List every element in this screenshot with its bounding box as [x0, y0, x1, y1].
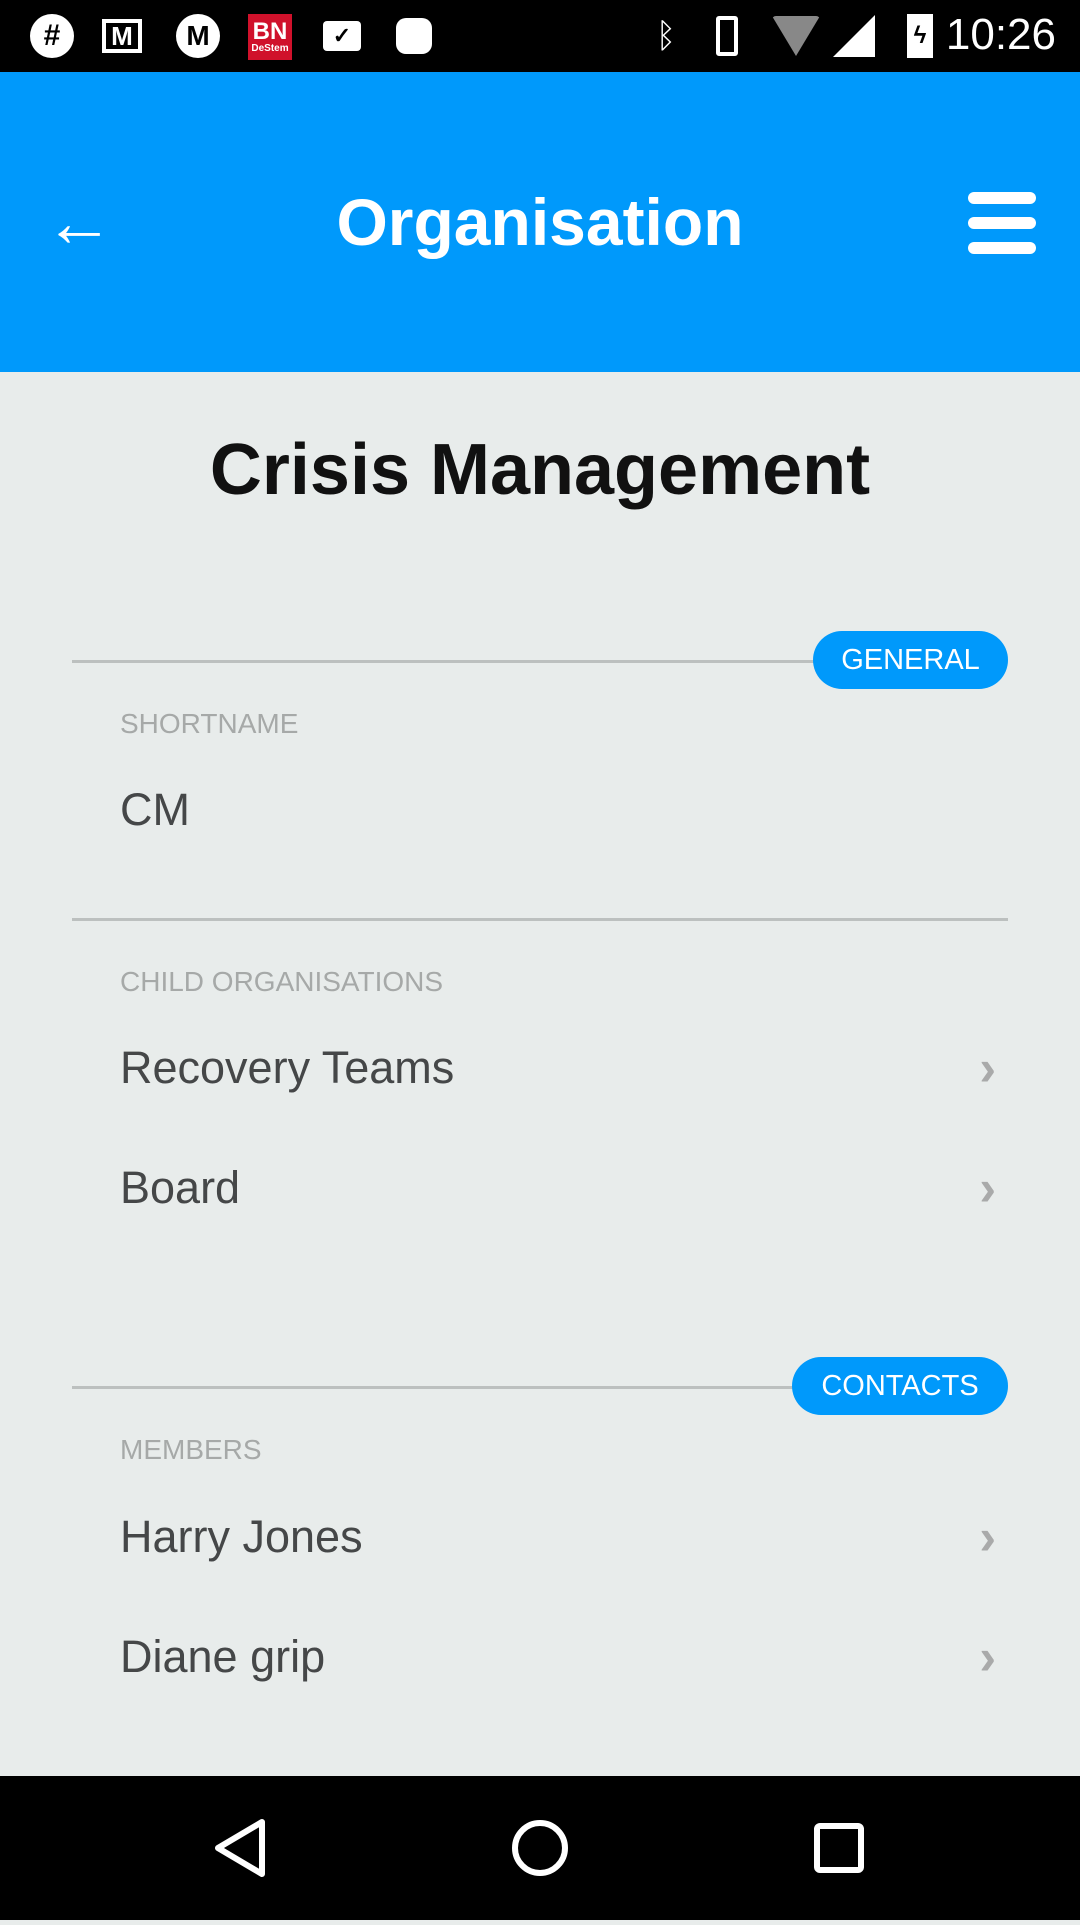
status-bar: # M M BN DeStem ✓ ᛒ ϟ 10:26: [0, 0, 1080, 72]
shortname-label: SHORTNAME: [120, 708, 299, 739]
nav-buttons: [215, 1819, 864, 1877]
signal-icon: [832, 14, 876, 58]
general-badge: GENERAL: [813, 631, 1008, 689]
chevron-right-icon: ›: [979, 1629, 996, 1685]
contacts-badge: CONTACTS: [792, 1357, 1008, 1415]
list-item-diane-grip[interactable]: Diane grip ›: [72, 1602, 1008, 1712]
child-organisations-label: CHILD ORGANISATIONS: [120, 966, 444, 997]
list-item-board[interactable]: Board ›: [72, 1133, 1008, 1243]
divider: [72, 1386, 812, 1389]
chevron-right-icon: ›: [979, 1160, 996, 1216]
vibrate-icon: [705, 14, 749, 58]
list-item-label: Recovery Teams: [120, 1042, 455, 1093]
home-circle-icon[interactable]: [512, 1820, 568, 1876]
bluetooth-icon: ᛒ: [655, 16, 677, 55]
members-label: MEMBERS: [120, 1434, 262, 1465]
app-bar: ← Organisation: [0, 72, 1080, 372]
clock: 10:26: [945, 10, 1056, 59]
battery-charging-icon: ϟ: [898, 14, 942, 58]
bn-destem-icon: BN DeStem: [248, 14, 292, 60]
chevron-right-icon: ›: [979, 1509, 996, 1565]
navigation-bar: [0, 1776, 1080, 1920]
list-item-recovery-teams[interactable]: Recovery Teams ›: [72, 1013, 1008, 1123]
slack-icon: #: [30, 14, 74, 58]
divider: [72, 918, 1008, 921]
page-title: Crisis Management: [209, 430, 871, 510]
divider: [72, 660, 832, 663]
mountain-app-icon: M: [176, 14, 220, 58]
list-item-label: Board: [120, 1162, 241, 1213]
wifi-icon: [772, 14, 820, 58]
list-item-label: Diane grip: [120, 1631, 326, 1682]
menu-icon[interactable]: [968, 192, 1036, 254]
recents-square-icon[interactable]: [814, 1823, 864, 1873]
app-bar-title: Organisation: [336, 185, 744, 259]
android-icon: [392, 14, 436, 58]
briefcase-check-icon: ✓: [320, 14, 364, 58]
list-item-harry-jones[interactable]: Harry Jones ›: [72, 1482, 1008, 1592]
chevron-right-icon: ›: [979, 1040, 996, 1096]
back-triangle-icon[interactable]: [215, 1819, 265, 1877]
shortname-value: CM: [120, 784, 190, 835]
list-item-label: Harry Jones: [120, 1511, 363, 1562]
gmail-icon: M: [100, 14, 144, 58]
